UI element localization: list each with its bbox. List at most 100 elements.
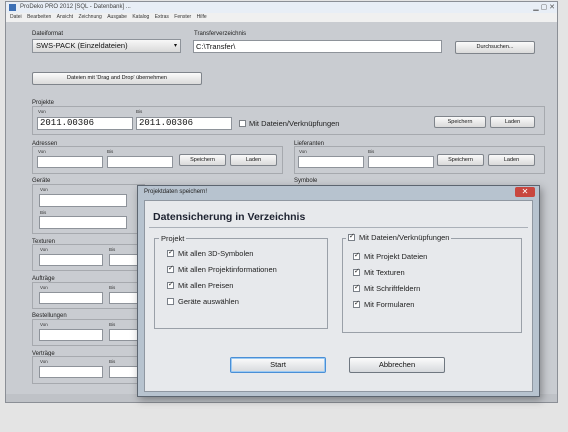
auftraege-bis-input[interactable] bbox=[109, 292, 139, 304]
menu-hilfe[interactable]: Hilfe bbox=[197, 14, 207, 20]
lieferanten-von-input[interactable] bbox=[298, 156, 364, 168]
browse-button[interactable]: Durchsuchen... bbox=[455, 41, 535, 54]
option-label: Mit Projekt Dateien bbox=[364, 252, 428, 261]
dialog-title-bar: Projektdaten speichern! ✕ bbox=[138, 186, 539, 199]
geraete-von-input[interactable] bbox=[39, 194, 127, 207]
menu-bar: Datei Bearbeiten Ansicht Zeichnung Ausga… bbox=[6, 13, 557, 22]
symbole-label: Symbole bbox=[294, 178, 318, 184]
bestellungen-bis-input[interactable] bbox=[109, 329, 139, 341]
transfer-input[interactable]: C:\Transfer\ bbox=[193, 40, 442, 53]
dialog-divider bbox=[149, 227, 528, 228]
option-label: Geräte auswählen bbox=[178, 297, 239, 306]
dateiformat-select[interactable]: SWS-PACK (Einzeldateien) ▾ bbox=[32, 39, 181, 53]
save-project-dialog: Projektdaten speichern! ✕ Datensicherung… bbox=[137, 185, 540, 397]
option-label: Mit allen Preisen bbox=[178, 281, 234, 290]
bestellungen-von-label: Von bbox=[40, 322, 48, 327]
option-3d-symbole[interactable]: Mit allen 3D-Symbolen bbox=[167, 248, 254, 258]
dialog-title: Projektdaten speichern! bbox=[144, 189, 208, 195]
bestellungen-von-input[interactable] bbox=[39, 329, 103, 341]
dragdrop-button[interactable]: Dateien mit 'Drag and Drop' übernehmen bbox=[32, 72, 202, 85]
menu-katalog[interactable]: Katalog bbox=[132, 14, 149, 20]
menu-ansicht[interactable]: Ansicht bbox=[57, 14, 73, 20]
geraete-von-label: Von bbox=[40, 187, 48, 192]
vorlagen-von-input[interactable] bbox=[39, 366, 103, 378]
menu-zeichnung[interactable]: Zeichnung bbox=[78, 14, 101, 20]
window-controls[interactable]: ▁ ▢ ✕ bbox=[533, 3, 555, 12]
app-icon bbox=[9, 4, 16, 11]
checkbox-checked-icon[interactable] bbox=[353, 251, 360, 260]
vorlagen-von-label: Von bbox=[40, 359, 48, 364]
adressen-load-button[interactable]: Laden bbox=[230, 154, 277, 166]
option-formulare[interactable]: Mit Formularen bbox=[353, 299, 415, 309]
option-label: Mit Texturen bbox=[364, 268, 405, 277]
dateien-group-header[interactable]: Mit Dateien/Verknüpfungen bbox=[346, 232, 452, 242]
lieferanten-von-label: Von bbox=[299, 149, 307, 154]
adressen-von-label: Von bbox=[38, 149, 46, 154]
bestellungen-bis-label: Bis bbox=[109, 322, 116, 327]
lieferanten-load-button[interactable]: Laden bbox=[488, 154, 535, 166]
close-icon[interactable]: ✕ bbox=[515, 187, 535, 197]
window-title: ProDeko PRO 2012 [SQL - Datenbank] ... bbox=[20, 4, 131, 10]
checkbox-checked-icon[interactable] bbox=[167, 280, 174, 289]
option-label: Mit Formularen bbox=[364, 300, 415, 309]
texturen-bis-input[interactable] bbox=[109, 254, 139, 266]
texturen-von-label: Von bbox=[40, 247, 48, 252]
mit-dateien-checkbox[interactable] bbox=[239, 120, 246, 127]
checkbox-checked-icon[interactable] bbox=[348, 232, 355, 241]
checkbox-checked-icon[interactable] bbox=[353, 267, 360, 276]
option-texturen[interactable]: Mit Texturen bbox=[353, 267, 405, 277]
option-label: Mit allen 3D-Symbolen bbox=[178, 249, 254, 258]
dateiformat-value: SWS-PACK (Einzeldateien) bbox=[36, 41, 128, 50]
projekt-group-label: Projekt bbox=[159, 234, 187, 243]
auftraege-von-label: Von bbox=[40, 285, 48, 290]
adressen-von-input[interactable] bbox=[37, 156, 103, 168]
auftraege-von-input[interactable] bbox=[39, 292, 103, 304]
vorlagen-bis-label: Bis bbox=[109, 359, 116, 364]
projekte-von-input[interactable]: 2011.00306 bbox=[37, 117, 133, 130]
lieferanten-bis-input[interactable] bbox=[368, 156, 434, 168]
checkbox-checked-icon[interactable] bbox=[167, 248, 174, 257]
texturen-von-input[interactable] bbox=[39, 254, 103, 266]
dateien-group-label: Mit Dateien/Verknüpfungen bbox=[359, 233, 450, 242]
option-schriftfelder[interactable]: Mit Schriftfeldern bbox=[353, 283, 421, 293]
adressen-bis-input[interactable] bbox=[107, 156, 173, 168]
option-geraete-auswaehlen[interactable]: Geräte auswählen bbox=[167, 297, 239, 306]
lieferanten-bis-label: Bis bbox=[368, 149, 375, 154]
option-label: Mit allen Projektinformationen bbox=[178, 265, 277, 274]
checkbox-checked-icon[interactable] bbox=[167, 264, 174, 273]
chevron-down-icon: ▾ bbox=[173, 43, 177, 49]
checkbox-unchecked-icon[interactable] bbox=[167, 298, 174, 305]
checkbox-checked-icon[interactable] bbox=[353, 283, 360, 292]
title-bar: ProDeko PRO 2012 [SQL - Datenbank] ... ▁… bbox=[6, 2, 557, 13]
menu-datei[interactable]: Datei bbox=[10, 14, 22, 20]
geraete-bis-label: Bis bbox=[40, 210, 47, 215]
dialog-body: Datensicherung in Verzeichnis Projekt Mi… bbox=[144, 200, 533, 392]
menu-ausgabe[interactable]: Ausgabe bbox=[107, 14, 127, 20]
dialog-heading: Datensicherung in Verzeichnis bbox=[153, 211, 306, 223]
projekte-save-button[interactable]: Speichern bbox=[434, 116, 486, 128]
lieferanten-save-button[interactable]: Speichern bbox=[437, 154, 484, 166]
projekte-bis-input[interactable]: 2011.00306 bbox=[136, 117, 232, 130]
auftraege-bis-label: Bis bbox=[109, 285, 116, 290]
menu-extras[interactable]: Extras bbox=[155, 14, 169, 20]
checkbox-checked-icon[interactable] bbox=[353, 299, 360, 308]
menu-bearbeiten[interactable]: Bearbeiten bbox=[27, 14, 51, 20]
projekte-load-button[interactable]: Laden bbox=[490, 116, 535, 128]
geraete-bis-input[interactable] bbox=[39, 216, 127, 229]
mit-dateien-label: Mit Dateien/Verknüpfungen bbox=[249, 119, 340, 128]
adressen-save-button[interactable]: Speichern bbox=[179, 154, 226, 166]
menu-fenster[interactable]: Fenster bbox=[174, 14, 191, 20]
projekte-bis-label: Bis bbox=[136, 109, 143, 114]
option-projektinformationen[interactable]: Mit allen Projektinformationen bbox=[167, 264, 277, 274]
option-projekt-dateien[interactable]: Mit Projekt Dateien bbox=[353, 251, 428, 261]
adressen-bis-label: Bis bbox=[107, 149, 114, 154]
start-button[interactable]: Start bbox=[230, 357, 326, 373]
cancel-button[interactable]: Abbrechen bbox=[349, 357, 445, 373]
texturen-bis-label: Bis bbox=[109, 247, 116, 252]
projekte-von-label: Von bbox=[38, 109, 46, 114]
transfer-label: Transferverzeichnis bbox=[194, 31, 247, 37]
option-label: Mit Schriftfeldern bbox=[364, 284, 421, 293]
vorlagen-bis-input[interactable] bbox=[109, 366, 139, 378]
option-preise[interactable]: Mit allen Preisen bbox=[167, 280, 234, 290]
dateiformat-label: Dateiformat bbox=[32, 31, 64, 37]
